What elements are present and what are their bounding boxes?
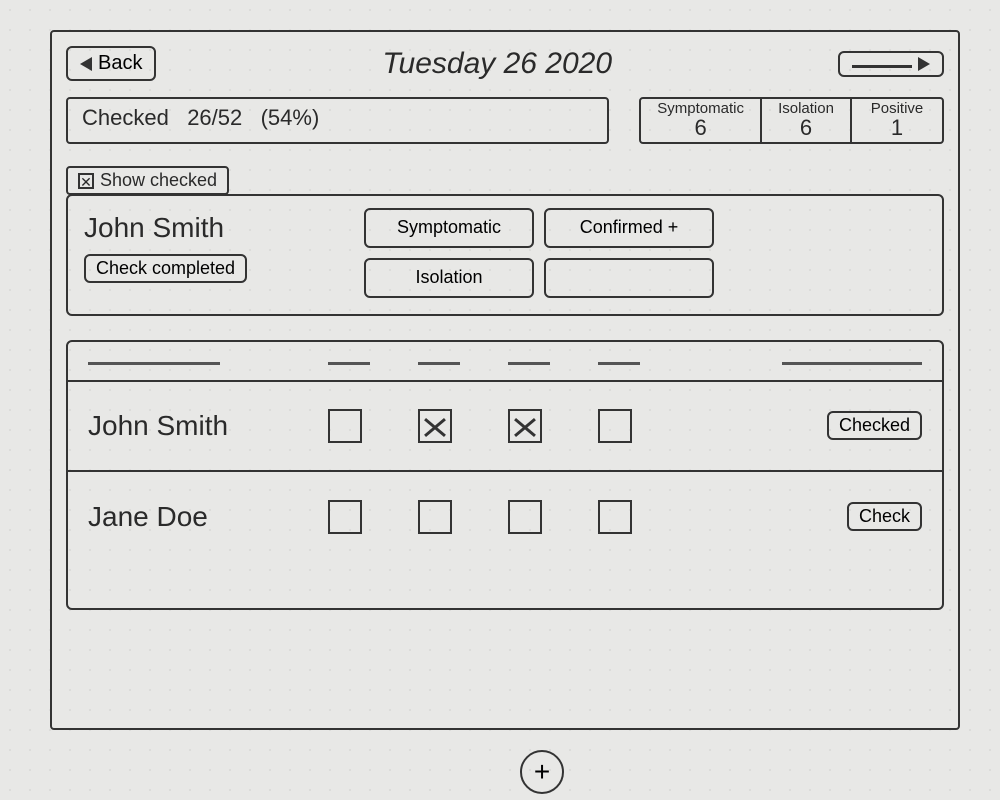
row-name: Jane Doe — [88, 501, 308, 533]
people-table: John Smith Checked Jane Doe Check — [66, 340, 944, 610]
col-action — [782, 357, 922, 365]
stat-positive-label: Positive — [868, 101, 926, 116]
checked-progress: Checked 26/52 (54%) — [66, 97, 609, 144]
row-checkbox-2[interactable] — [418, 409, 452, 443]
show-checked-toggle[interactable]: Show checked — [66, 166, 229, 195]
back-button[interactable]: Back — [66, 46, 156, 81]
plus-icon: + — [534, 756, 550, 788]
table-row: Jane Doe Check — [68, 472, 942, 562]
add-button[interactable]: + — [520, 750, 564, 794]
stat-symptomatic-label: Symptomatic — [657, 101, 744, 116]
show-checked-label: Show checked — [100, 170, 217, 191]
col-2 — [418, 357, 460, 365]
stat-symptomatic: Symptomatic 6 — [641, 99, 762, 142]
back-button-label: Back — [98, 52, 142, 75]
row-checkbox-1[interactable] — [328, 409, 362, 443]
checked-label: Checked — [82, 105, 169, 130]
stats-row: Checked 26/52 (54%) Symptomatic 6 Isolat… — [66, 97, 944, 144]
checked-pct: (54%) — [261, 105, 320, 130]
chevron-right-icon — [918, 57, 930, 71]
checked-value: 26/52 — [187, 105, 242, 130]
col-name — [88, 357, 220, 365]
row-check-button[interactable]: Checked — [827, 411, 922, 440]
col-3 — [508, 357, 550, 365]
header-row: Back Tuesday 26 2020 — [66, 46, 944, 81]
checkbox-icon — [78, 173, 94, 189]
forward-button-label — [852, 60, 912, 68]
stat-positive: Positive 1 — [852, 99, 942, 142]
table-header — [68, 342, 942, 382]
forward-button[interactable] — [838, 51, 944, 77]
table-row: John Smith Checked — [68, 382, 942, 472]
chip-symptomatic[interactable]: Symptomatic — [364, 208, 534, 248]
chevron-left-icon — [80, 57, 92, 71]
row-checkbox-2[interactable] — [418, 500, 452, 534]
page-title: Tuesday 26 2020 — [196, 47, 798, 81]
stat-isolation: Isolation 6 — [762, 99, 852, 142]
row-name: John Smith — [88, 410, 308, 442]
chip-confirmed[interactable]: Confirmed + — [544, 208, 714, 248]
chip-isolation[interactable]: Isolation — [364, 258, 534, 298]
row-checkbox-4[interactable] — [598, 500, 632, 534]
row-checkbox-3[interactable] — [508, 409, 542, 443]
row-checkbox-4[interactable] — [598, 409, 632, 443]
app-frame: Back Tuesday 26 2020 Checked 26/52 (54%)… — [50, 30, 960, 730]
stat-isolation-label: Isolation — [778, 101, 834, 116]
row-checkbox-1[interactable] — [328, 500, 362, 534]
row-check-button[interactable]: Check — [847, 502, 922, 531]
col-4 — [598, 357, 640, 365]
col-1 — [328, 357, 370, 365]
check-completed-label: Check completed — [96, 258, 235, 278]
chip-blank[interactable] — [544, 258, 714, 298]
stat-isolation-value: 6 — [778, 116, 834, 140]
person-card: John Smith Check completed Symptomatic C… — [66, 194, 944, 316]
stat-positive-value: 1 — [868, 116, 926, 140]
stat-symptomatic-value: 6 — [657, 116, 744, 140]
check-completed-button[interactable]: Check completed — [84, 254, 247, 283]
person-card-name: John Smith — [84, 208, 344, 244]
stat-group: Symptomatic 6 Isolation 6 Positive 1 — [639, 97, 944, 144]
row-checkbox-3[interactable] — [508, 500, 542, 534]
status-chip-grid: Symptomatic Confirmed + Isolation — [364, 208, 714, 298]
